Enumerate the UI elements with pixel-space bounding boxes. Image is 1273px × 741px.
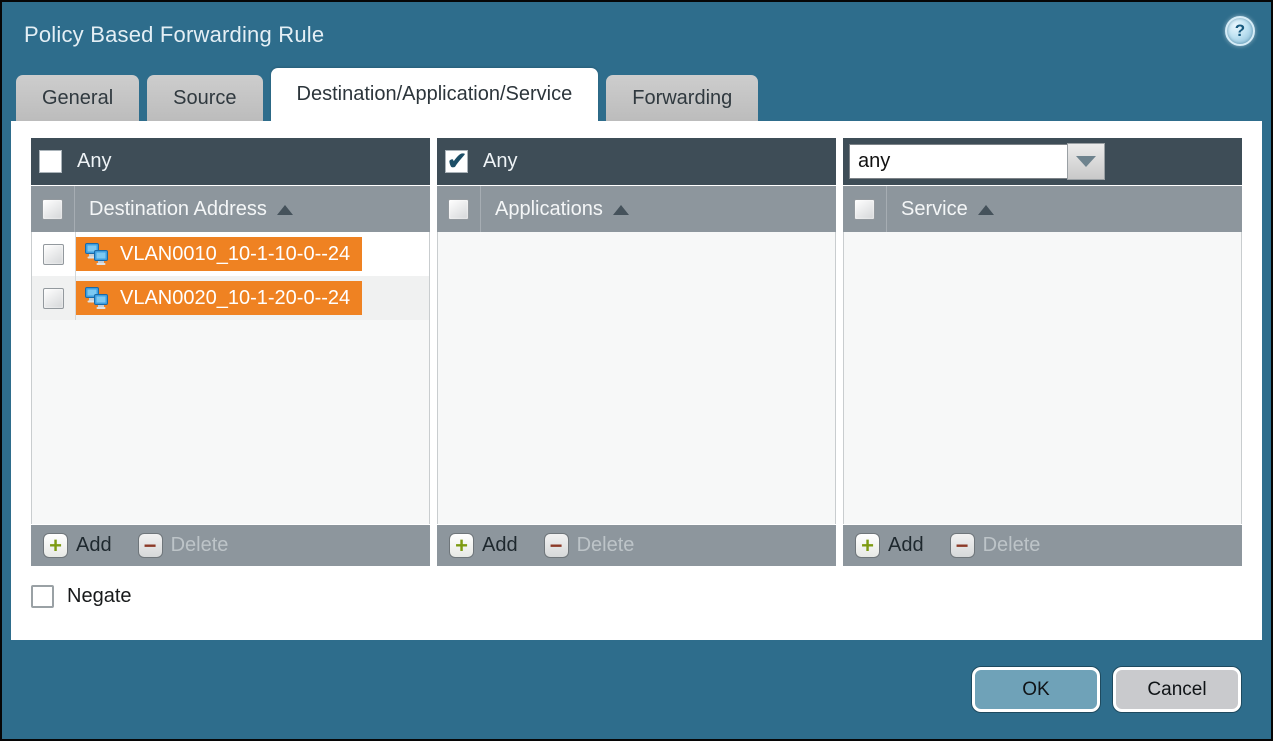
sort-asc-icon [277, 205, 293, 215]
destination-delete-button[interactable]: − Delete [138, 533, 229, 558]
add-icon: + [43, 533, 68, 558]
ok-button[interactable]: OK [972, 667, 1100, 712]
negate-option: Negate [31, 585, 1242, 608]
applications-delete-button[interactable]: − Delete [544, 533, 635, 558]
service-type-dropdown[interactable]: any [849, 143, 1105, 180]
destination-footer: + Add − Delete [31, 524, 430, 566]
destination-item-label: VLAN0010_10-1-10-0--24 [120, 243, 350, 266]
service-select-all-checkbox[interactable] [854, 199, 875, 220]
negate-checkbox[interactable] [31, 585, 54, 608]
tab-general[interactable]: General [16, 75, 139, 121]
destination-add-button[interactable]: + Add [43, 533, 112, 558]
destination-any-label: Any [77, 150, 111, 173]
tab-strip: General Source Destination/Application/S… [2, 68, 1271, 121]
destination-any-header: Any [31, 138, 430, 185]
applications-select-all-checkbox[interactable] [448, 199, 469, 220]
delete-icon: − [138, 533, 163, 558]
service-add-button[interactable]: + Add [855, 533, 924, 558]
applications-add-button[interactable]: + Add [449, 533, 518, 558]
sort-asc-icon [978, 205, 994, 215]
destination-any-checkbox[interactable] [39, 150, 62, 173]
destination-column-header: Destination Address [31, 185, 430, 232]
destination-address-panel: Any Destination Address [31, 138, 430, 566]
service-footer: + Add − Delete [843, 524, 1242, 566]
policy-based-forwarding-dialog: Policy Based Forwarding Rule ? General S… [0, 0, 1273, 741]
applications-list [437, 232, 836, 524]
service-list [843, 232, 1242, 524]
service-type-value[interactable]: any [849, 144, 1067, 179]
dialog-footer: OK Cancel [2, 640, 1271, 712]
tab-forwarding[interactable]: Forwarding [606, 75, 758, 121]
service-panel: any Service [843, 138, 1242, 566]
destination-item-label: VLAN0020_10-1-20-0--24 [120, 287, 350, 310]
add-icon: + [449, 533, 474, 558]
applications-column-header: Applications [437, 185, 836, 232]
sort-asc-icon [613, 205, 629, 215]
applications-any-label: Any [483, 150, 517, 173]
tab-source[interactable]: Source [147, 75, 262, 121]
cancel-button[interactable]: Cancel [1113, 667, 1241, 712]
add-icon: + [855, 533, 880, 558]
dialog-title: Policy Based Forwarding Rule [24, 22, 1271, 48]
applications-panel: Any Applications + Add [437, 138, 836, 566]
dropdown-button[interactable] [1067, 143, 1105, 180]
service-column-header: Service [843, 185, 1242, 232]
tab-destination-application-service[interactable]: Destination/Application/Service [271, 68, 599, 121]
delete-icon: − [544, 533, 569, 558]
service-delete-button[interactable]: − Delete [950, 533, 1041, 558]
network-address-icon [84, 242, 111, 266]
destination-list: VLAN0010_10-1-10-0--24 [31, 232, 430, 524]
service-dropdown-header: any [843, 138, 1242, 185]
columns-container: Any Destination Address [31, 138, 1242, 566]
applications-any-checkbox[interactable] [445, 150, 468, 173]
applications-footer: + Add − Delete [437, 524, 836, 566]
help-icon[interactable]: ? [1225, 16, 1255, 46]
delete-icon: − [950, 533, 975, 558]
destination-row-checkbox[interactable] [43, 288, 64, 309]
tab-content: Any Destination Address [11, 121, 1262, 640]
chevron-down-icon [1076, 156, 1096, 167]
destination-header-label[interactable]: Destination Address [89, 198, 293, 221]
applications-any-header: Any [437, 138, 836, 185]
applications-header-label[interactable]: Applications [495, 198, 629, 221]
network-address-icon [84, 286, 111, 310]
destination-item[interactable]: VLAN0010_10-1-10-0--24 [76, 237, 362, 271]
destination-item[interactable]: VLAN0020_10-1-20-0--24 [76, 281, 362, 315]
destination-select-all-checkbox[interactable] [42, 199, 63, 220]
service-header-label[interactable]: Service [901, 198, 994, 221]
destination-row[interactable]: VLAN0010_10-1-10-0--24 [32, 232, 429, 276]
destination-row[interactable]: VLAN0020_10-1-20-0--24 [32, 276, 429, 320]
destination-row-checkbox[interactable] [43, 244, 64, 265]
title-bar: Policy Based Forwarding Rule ? [2, 2, 1271, 68]
negate-label: Negate [67, 585, 132, 608]
